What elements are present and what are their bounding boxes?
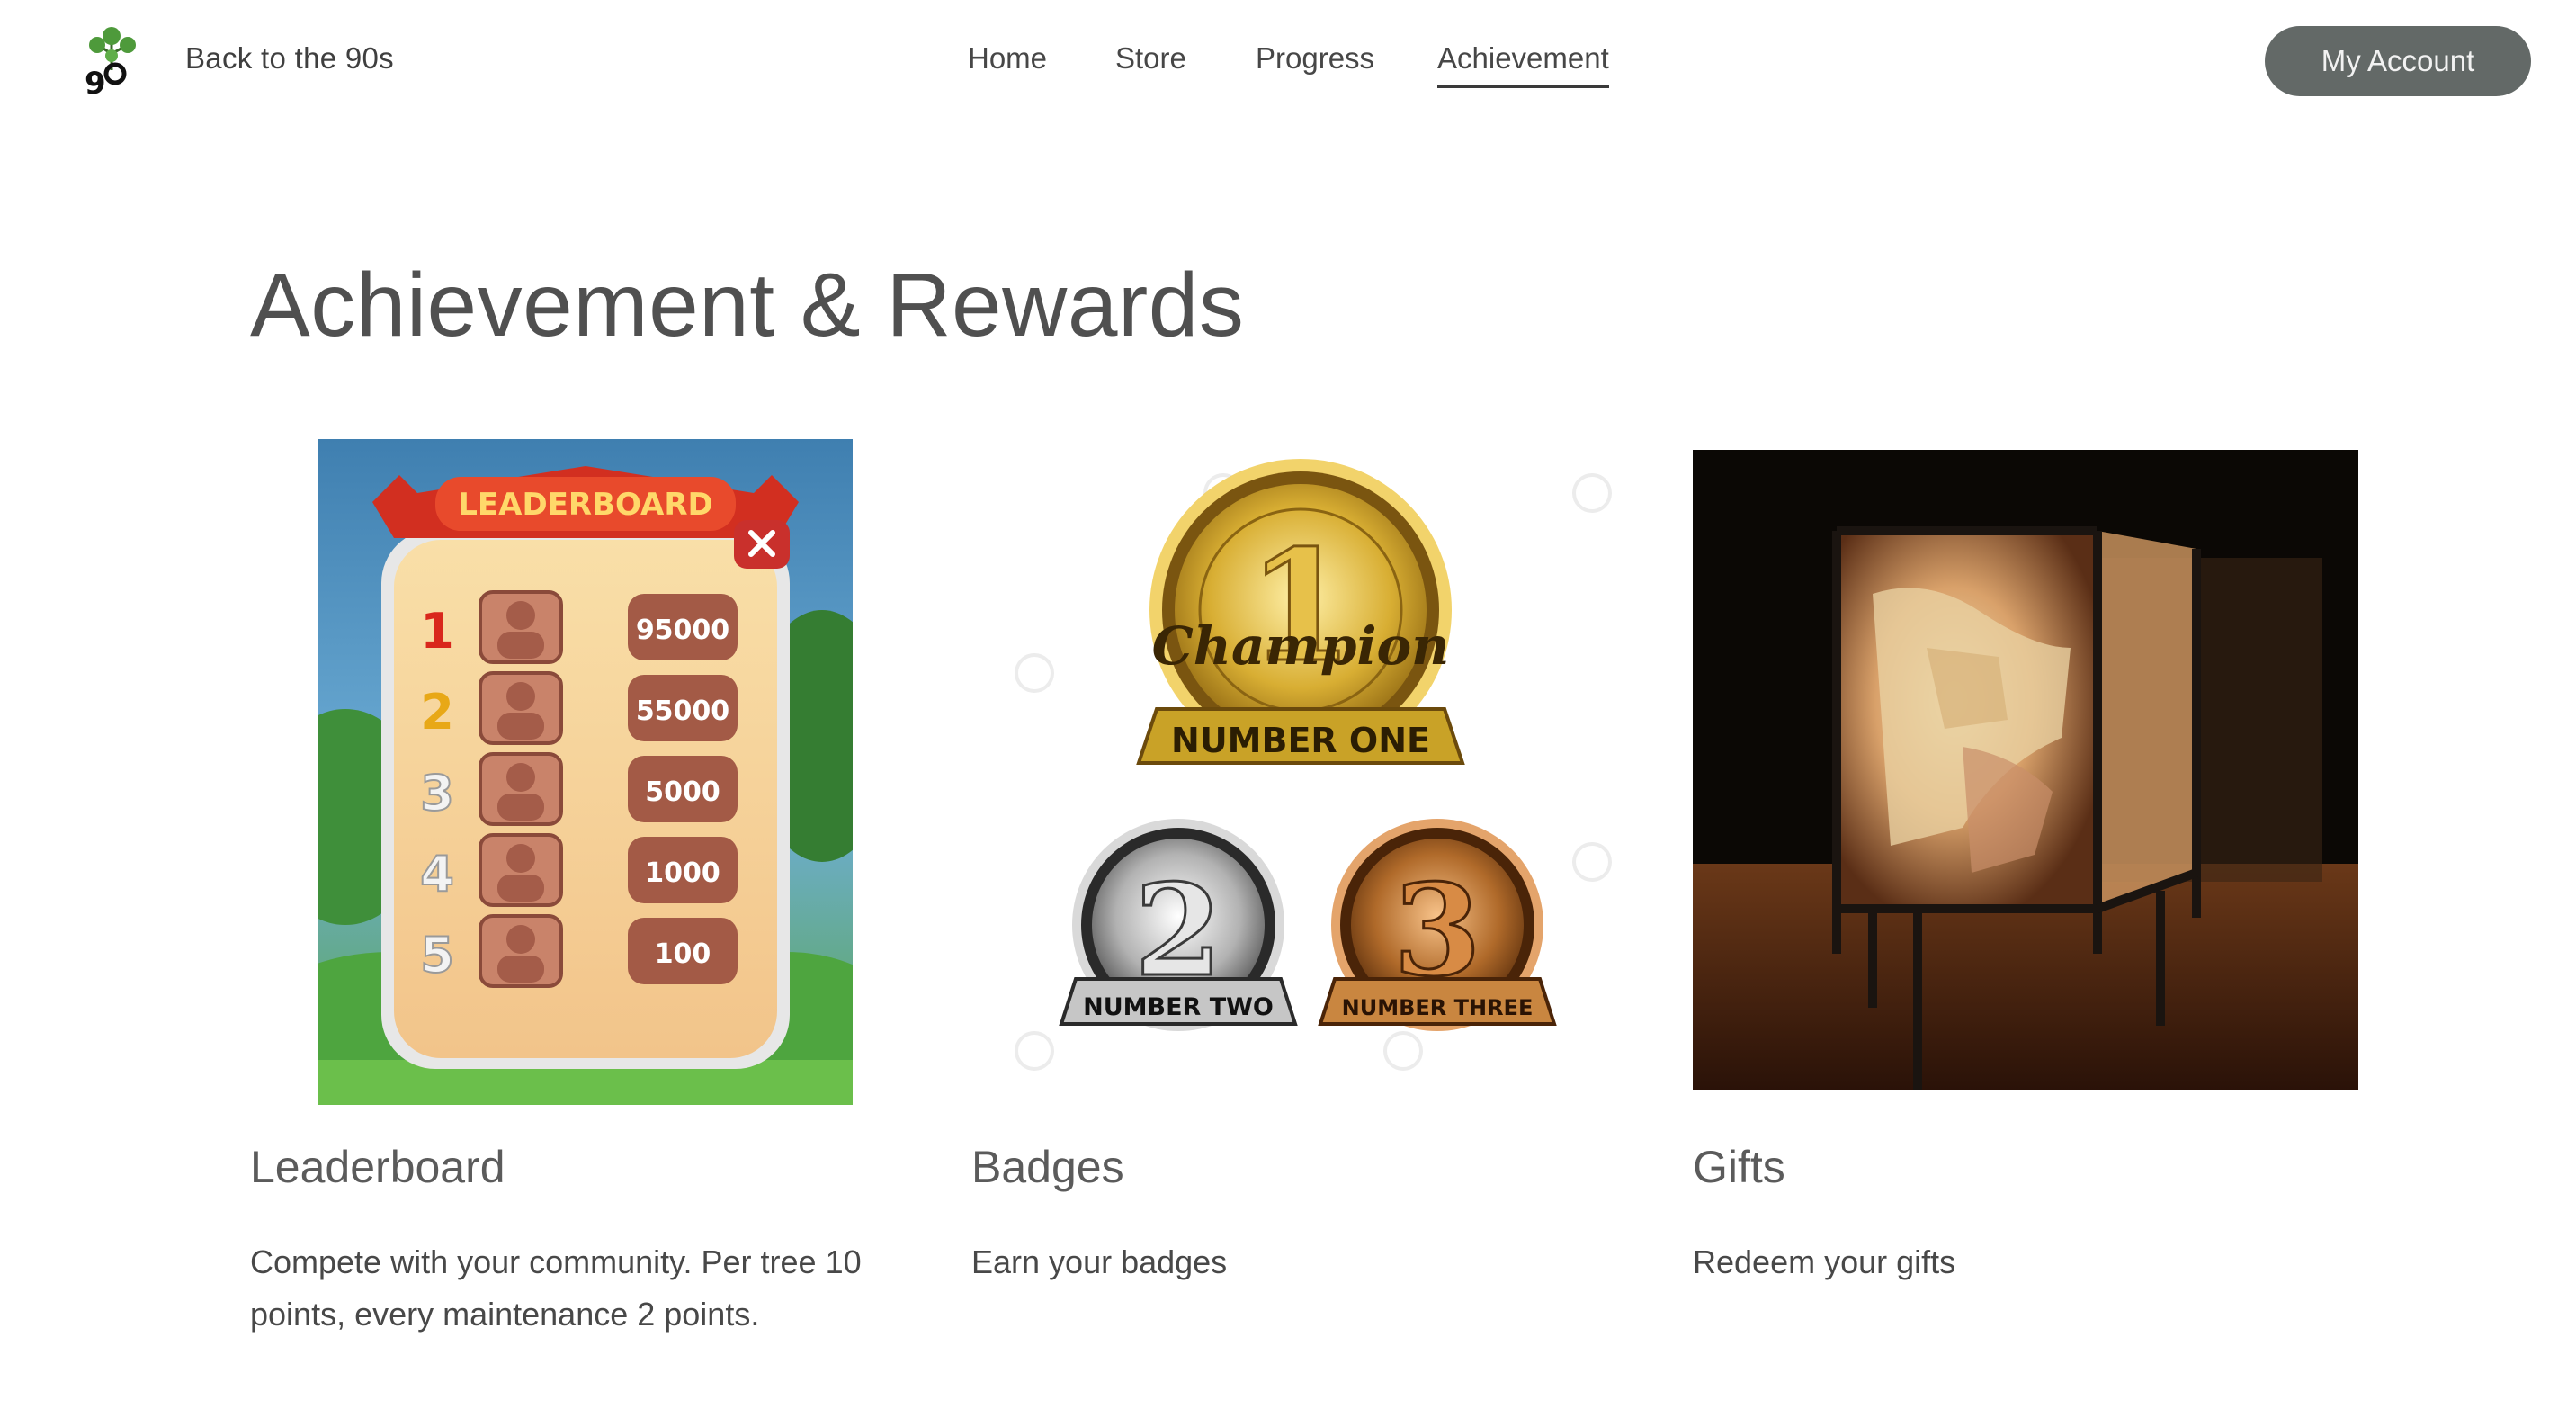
rank-number: 4 [420, 846, 454, 902]
bronze-badge-icon: 3 NUMBER THREE [1318, 819, 1557, 1031]
description-line: Earn your badges [971, 1243, 1228, 1280]
gold-ribbon: NUMBER ONE [1171, 721, 1430, 760]
gold-badge-icon: 1 Champion NUMBER ONE [1136, 459, 1465, 765]
score-value: 55000 [636, 696, 729, 727]
score-value: 95000 [636, 615, 729, 646]
rank-number: 3 [420, 765, 454, 821]
badges-illustration: 1 Champion NUMBER ONE 2 NUMBER TWO 3 NUM… [1015, 459, 1612, 1071]
badges-image[interactable]: 1 Champion NUMBER ONE 2 NUMBER TWO 3 NUM… [980, 439, 1628, 1105]
leaderboard-title: Leaderboard [250, 1142, 505, 1192]
rank-number: 5 [420, 927, 454, 983]
close-icon[interactable] [734, 520, 790, 569]
rank-number: 1 [420, 603, 454, 660]
score-value: 1000 [645, 857, 720, 889]
leaderboard-description: Compete with your community. Per tree 10… [250, 1236, 862, 1341]
silver-ribbon: NUMBER TWO [1083, 993, 1274, 1021]
gold-script: Champion [1152, 615, 1450, 677]
gifts-title: Gifts [1693, 1142, 1785, 1192]
gifts-description: Redeem your gifts [1693, 1236, 1955, 1288]
nav-home[interactable]: Home [968, 41, 1047, 76]
nav-store[interactable]: Store [1115, 41, 1186, 76]
description-line: points, every maintenance 2 points. [250, 1296, 760, 1333]
main-nav: Home Store Progress Achievement [0, 41, 2576, 88]
map-lamp-photo [1693, 450, 2358, 1090]
badges-title: Badges [971, 1142, 1124, 1192]
leaderboard-illustration: LEADERBOARD 1 95000 2 55000 3 5000 4 100… [318, 439, 853, 1105]
description-line: Compete with your community. Per tree 10 [250, 1243, 862, 1280]
nav-achievement[interactable]: Achievement [1437, 41, 1609, 88]
score-value: 5000 [645, 776, 720, 808]
page-title: Achievement & Rewards [250, 255, 1245, 355]
badges-description: Earn your badges [971, 1236, 1227, 1288]
site-header: 9 Back to the 90s Home Store Progress Ac… [0, 0, 2576, 121]
rank-number: 2 [420, 684, 454, 740]
bronze-ribbon: NUMBER THREE [1342, 995, 1534, 1020]
description-line: Redeem your gifts [1693, 1243, 1956, 1280]
gifts-image[interactable] [1693, 450, 2358, 1090]
silver-badge-icon: 2 NUMBER TWO [1059, 819, 1298, 1031]
score-value: 100 [655, 938, 711, 970]
my-account-button[interactable]: My Account [2265, 26, 2531, 96]
leaderboard-image[interactable]: LEADERBOARD 1 95000 2 55000 3 5000 4 100… [318, 439, 853, 1105]
nav-progress[interactable]: Progress [1256, 41, 1374, 76]
leaderboard-banner-text: LEADERBOARD [458, 487, 712, 523]
